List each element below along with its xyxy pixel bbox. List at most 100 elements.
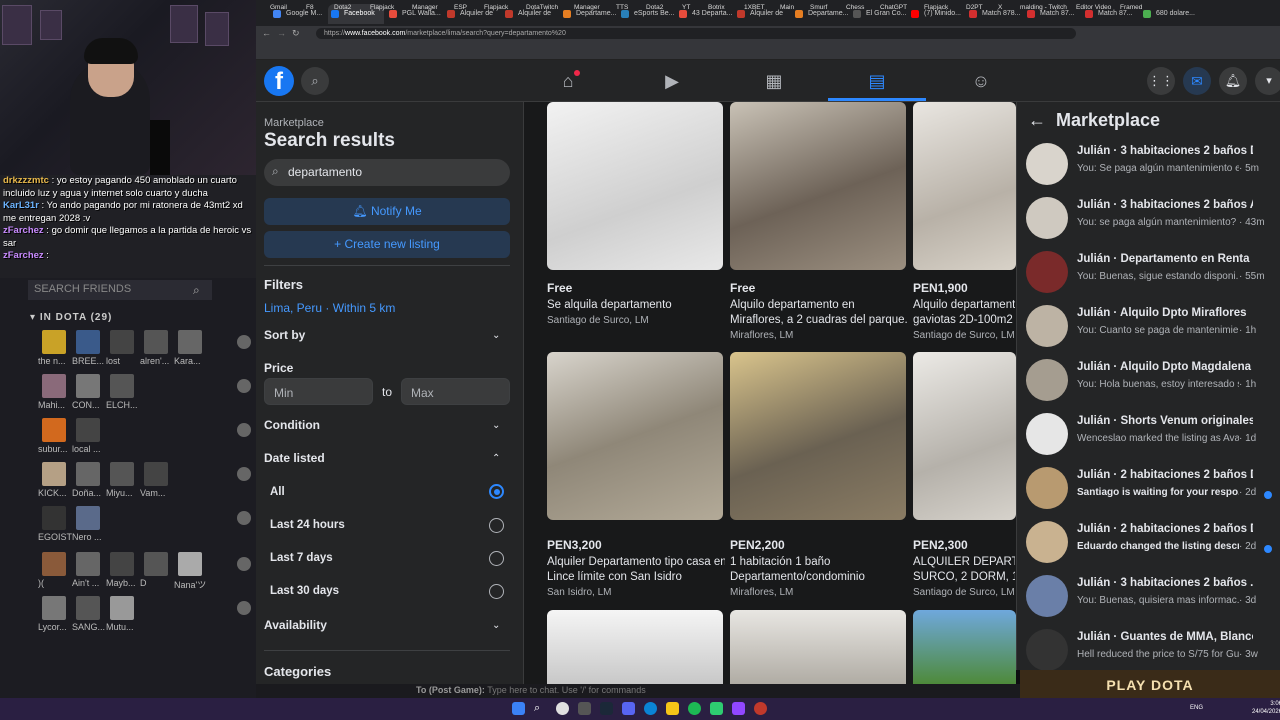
discord-icon[interactable] [622,702,635,715]
fb-search-icon[interactable]: ⌕ [301,67,329,95]
eye-icon[interactable] [237,335,251,349]
language-indicator[interactable]: ENG [1190,705,1203,711]
bookmark-item[interactable]: Manager [412,4,438,11]
bookmark-item[interactable]: Gmail [270,4,287,11]
friend-avatar[interactable] [42,506,66,530]
spotify-icon[interactable] [688,702,701,715]
friend-avatar[interactable] [76,506,100,530]
app-icon[interactable] [578,702,591,715]
listing-photo[interactable] [547,610,723,684]
friend-avatar[interactable] [76,330,100,354]
bookmark-item[interactable]: Botrix [708,4,725,11]
back-arrow-icon[interactable]: ← [1028,110,1046,131]
date-option-7d[interactable]: Last 7 days [270,552,333,564]
bookmark-item[interactable]: Flapjack [370,4,394,11]
bookmark-item[interactable]: DotaTwitch [526,4,558,11]
eye-icon[interactable] [237,467,251,481]
friend-avatar[interactable] [76,374,100,398]
bookmark-item[interactable]: Editor Video [1076,4,1111,11]
chevron-up-icon[interactable]: ⌃ [492,453,500,464]
search-icon[interactable]: ⌕ [534,702,547,715]
chevron-down-icon[interactable]: ⌄ [492,330,500,341]
listing-title[interactable]: Alquilo departamento en [730,298,908,313]
listing-price[interactable]: PEN3,200 [547,538,602,552]
friend-avatar[interactable] [110,552,134,576]
edge-icon[interactable] [644,702,657,715]
sort-by-filter[interactable]: Sort by [264,328,305,342]
bookmark-item[interactable]: Main [780,4,794,11]
bookmark-item[interactable]: D2PT [966,4,983,11]
bookmark-item[interactable]: X [998,4,1002,11]
listing-photo[interactable] [730,352,906,520]
steam-icon[interactable] [600,702,613,715]
radio-30d[interactable] [489,584,504,599]
forward-icon[interactable]: → [277,28,286,38]
conversation-item[interactable]: Julián · Departamento en Renta su... You:… [1020,247,1278,299]
radio-all[interactable] [489,484,504,499]
conversation-item[interactable]: Julián · Alquilo Dpto Magdalena You: Hola… [1020,355,1278,407]
listing-price[interactable]: Free [547,281,572,295]
location-filter[interactable]: Lima, Peru · Within 5 km [264,301,395,315]
date-listed-filter[interactable]: Date listed [264,451,325,465]
bookmark-item[interactable]: ChatGPT [880,4,907,11]
friend-avatar[interactable] [42,462,66,486]
gaming-icon[interactable]: ▦ [761,68,787,94]
marketplace-search-input[interactable]: ⌕ departamento [264,159,510,186]
messenger-icon[interactable]: ✉ [1183,67,1211,95]
listing-price[interactable]: PEN2,300 [913,538,968,552]
friend-avatar[interactable] [42,330,66,354]
dota-icon[interactable] [754,702,767,715]
friend-avatar[interactable] [178,552,202,576]
date-option-all[interactable]: All [270,486,285,498]
listing-photo[interactable] [913,102,1016,270]
listing-title[interactable]: gaviotas 2D-100m2 [913,313,1015,328]
max-price-input[interactable]: Max [401,378,510,405]
eye-icon[interactable] [237,511,251,525]
friend-avatar[interactable] [42,596,66,620]
friend-avatar[interactable] [144,330,168,354]
bookmark-item[interactable]: malding - Twitch [1020,4,1067,11]
friend-avatar[interactable] [42,552,66,576]
listing-photo[interactable] [913,610,1016,684]
availability-filter[interactable]: Availability [264,618,327,632]
min-price-input[interactable]: Min [264,378,373,405]
listing-title[interactable]: Departamento/condominio [730,570,908,585]
conversation-item[interactable]: Julián · Alquilo Dpto Miraflores You: Cua… [1020,301,1278,353]
bookmark-item[interactable]: F8 [306,4,314,11]
bookmark-item[interactable]: Dota2 [646,4,663,11]
listing-title[interactable]: 1 habitación 1 baño [730,555,908,570]
facebook-logo[interactable]: f [264,66,294,96]
notify-me-button[interactable]: 🔔︎ Notify Me [264,198,510,225]
listing-title[interactable]: Alquiler Departamento tipo casa en [547,555,725,570]
chevron-down-icon[interactable]: ⌄ [492,620,500,631]
play-dota-banner[interactable]: PLAY DOTA [1020,670,1280,698]
bookmark-item[interactable]: Framed [1120,4,1142,11]
eye-icon[interactable] [237,601,251,615]
friend-avatar[interactable] [110,462,134,486]
friend-avatar[interactable] [76,596,100,620]
reload-icon[interactable]: ↻ [292,28,300,39]
bookmark-item[interactable]: 1XBET [744,4,765,11]
conversation-item[interactable]: Julián · Shorts Venum originales 2... Wen… [1020,409,1278,461]
conversation-item[interactable]: Julián · 3 habitaciones 2 baños Ap... You… [1020,193,1278,245]
bookmark-item[interactable]: ESP [454,4,467,11]
twitch-icon[interactable] [732,702,745,715]
listing-price[interactable]: PEN2,200 [730,538,785,552]
video-icon[interactable]: ▶ [659,68,685,94]
bookmark-item[interactable]: Dota2 [334,4,351,11]
friend-avatar[interactable] [144,552,168,576]
eye-icon[interactable] [237,379,251,393]
listing-photo[interactable] [730,610,906,684]
listing-title[interactable]: Se alquila departamento [547,298,725,313]
listing-photo[interactable] [730,102,906,270]
address-bar[interactable]: https://www.facebook.com/marketplace/lim… [316,28,1076,39]
bookmark-item[interactable]: YT [682,4,690,11]
menu-grid-icon[interactable]: ⋮⋮ [1147,67,1175,95]
bookmark-item[interactable]: Flapjack [924,4,948,11]
bookmark-item[interactable]: Manager [574,4,600,11]
listing-photo[interactable] [547,102,723,270]
chrome-icon[interactable] [556,702,569,715]
radio-24h[interactable] [489,518,504,533]
date-option-30d[interactable]: Last 30 days [270,585,339,597]
friend-avatar[interactable] [76,462,100,486]
